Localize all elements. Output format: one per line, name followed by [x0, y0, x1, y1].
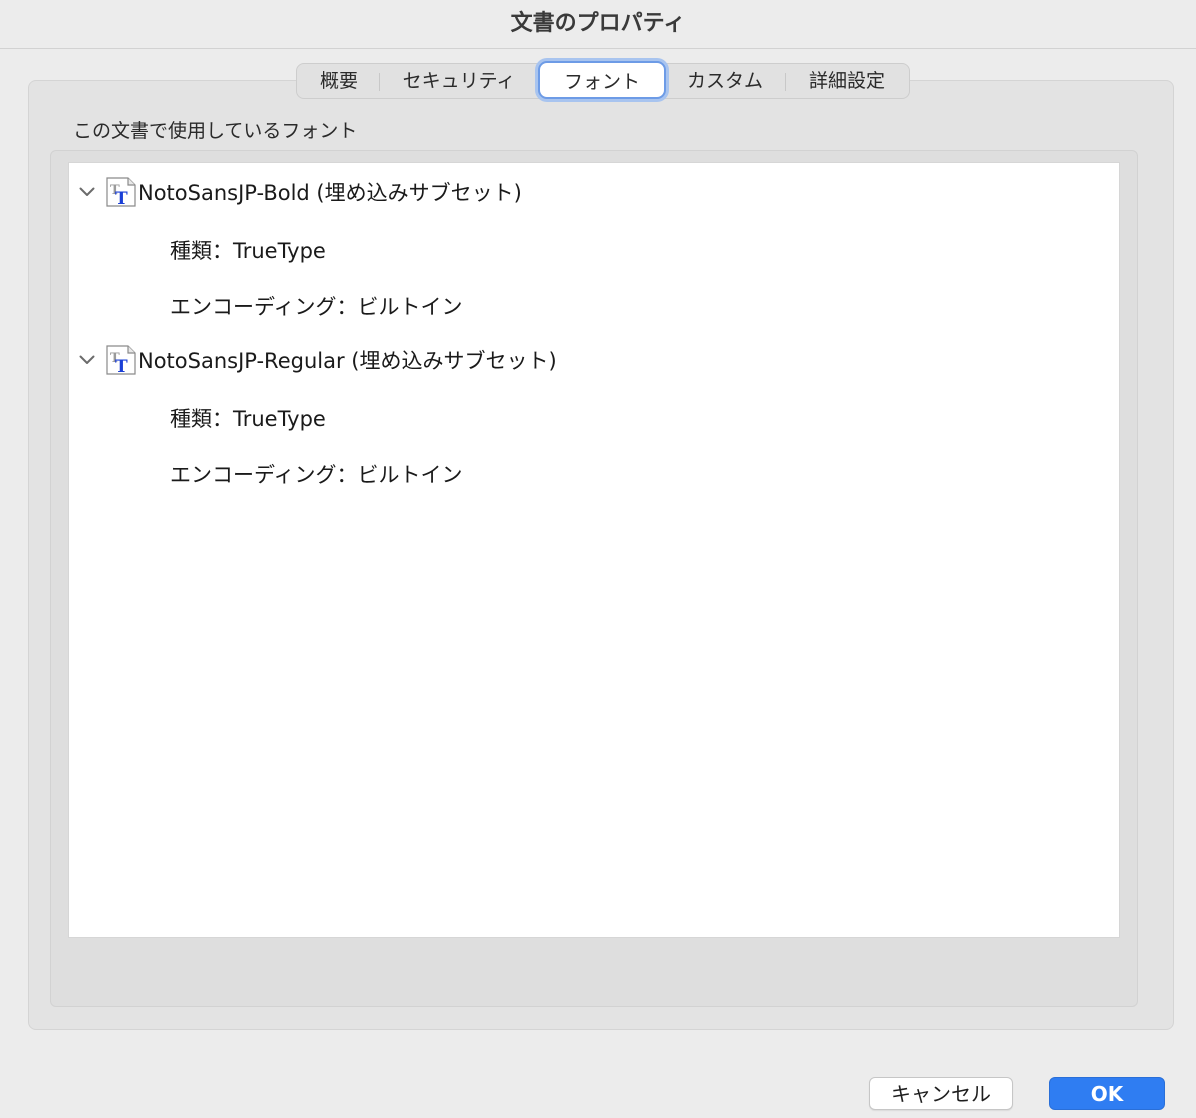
- font-name: NotoSansJP-Regular (埋め込みサブセット): [138, 349, 557, 373]
- font-encoding: エンコーディング：ビルトイン: [170, 463, 463, 487]
- title-bar: 文書のプロパティ: [0, 0, 1196, 49]
- tab-divider: [379, 73, 380, 91]
- tab-divider: [785, 73, 786, 91]
- ok-button[interactable]: OK: [1049, 1077, 1165, 1110]
- tab-security[interactable]: セキュリティ: [381, 64, 537, 98]
- tab-custom[interactable]: カスタム: [668, 64, 782, 98]
- truetype-font-icon: T T: [106, 345, 136, 377]
- chevron-down-icon[interactable]: [77, 182, 97, 202]
- font-encoding: エンコーディング：ビルトイン: [170, 295, 463, 319]
- svg-text:T: T: [115, 189, 128, 207]
- tab-fonts[interactable]: フォント: [538, 61, 666, 99]
- font-type: 種類：TrueType: [170, 407, 326, 431]
- font-tree-item[interactable]: T T NotoSansJP-Regular (埋め込みサブセット): [77, 343, 557, 377]
- tab-advanced[interactable]: 詳細設定: [787, 64, 907, 98]
- cancel-button[interactable]: キャンセル: [869, 1077, 1013, 1110]
- truetype-font-icon: T T: [106, 177, 136, 209]
- chevron-down-icon[interactable]: [77, 350, 97, 370]
- svg-text:T: T: [115, 357, 128, 375]
- font-name: NotoSansJP-Bold (埋め込みサブセット): [138, 181, 522, 205]
- font-tree-item[interactable]: T T NotoSansJP-Bold (埋め込みサブセット): [77, 175, 522, 209]
- font-type: 種類：TrueType: [170, 239, 326, 263]
- tab-summary[interactable]: 概要: [299, 64, 379, 98]
- fonts-section-label: この文書で使用しているフォント: [73, 120, 358, 142]
- font-tree[interactable]: T T NotoSansJP-Bold (埋め込みサブセット) 種類：TrueT…: [68, 162, 1120, 938]
- tab-bar: 概要 セキュリティ フォント カスタム 詳細設定: [296, 61, 910, 99]
- window-title: 文書のプロパティ: [510, 11, 686, 36]
